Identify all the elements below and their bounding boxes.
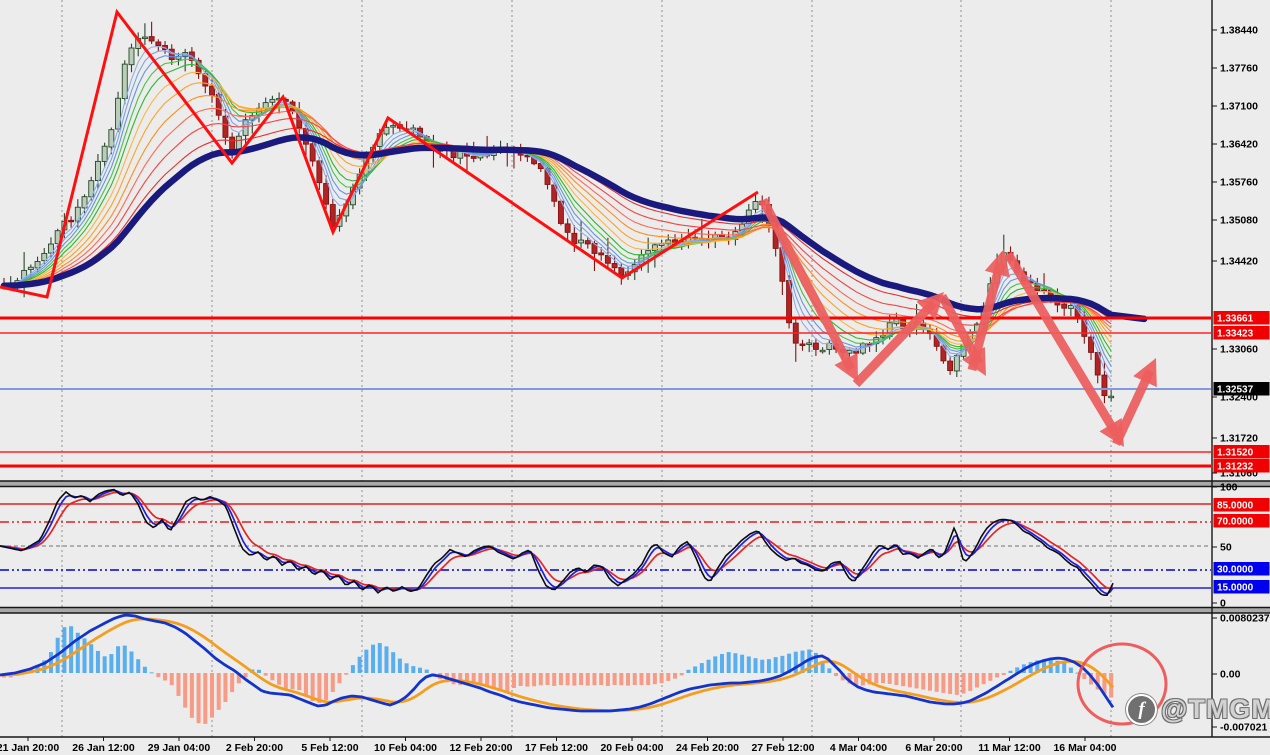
- x-axis-label: 5 Feb 12:00: [301, 742, 358, 754]
- y-axis-label: 0.00: [1220, 669, 1241, 681]
- y-axis-label: 50: [1220, 542, 1232, 554]
- x-axis-label: 29 Jan 04:00: [148, 742, 211, 754]
- price-tag: 70.0000: [1217, 517, 1254, 528]
- x-axis-label: 27 Feb 12:00: [751, 742, 814, 754]
- price-tag: 1.33661: [1217, 314, 1254, 325]
- y-axis-label: 1.31720: [1220, 433, 1258, 445]
- y-axis-label: 1.35760: [1220, 177, 1258, 189]
- price-tag: 85.0000: [1217, 501, 1254, 512]
- price-tag: 1.31232: [1217, 462, 1254, 473]
- x-axis-label: 26 Jan 12:00: [72, 742, 135, 754]
- price-tag: 15.0000: [1217, 583, 1254, 594]
- price-tag: 30.0000: [1217, 565, 1254, 576]
- price-tag: 1.31520: [1217, 448, 1254, 459]
- y-axis-label: -0.007021: [1220, 722, 1267, 734]
- chart-canvas[interactable]: 1.38440 1.37760 1.37100 1.36420 1.35760 1.350…: [0, 0, 1270, 755]
- y-axis-label: 1.34420: [1220, 256, 1258, 268]
- x-axis-label: 17 Feb 12:00: [525, 742, 588, 754]
- x-axis-label: 12 Feb 20:00: [449, 742, 512, 754]
- price-tag: 1.32537: [1217, 385, 1254, 396]
- price-tag: 1.33423: [1217, 329, 1254, 340]
- y-axis-label: 1.35080: [1220, 215, 1258, 227]
- trading-chart-window: 1.38440 1.37760 1.37100 1.36420 1.35760 1.350…: [0, 0, 1270, 755]
- y-axis-label: 100: [1220, 482, 1238, 494]
- x-axis-label: 10 Feb 04:00: [374, 742, 437, 754]
- y-axis-label: 1.37100: [1220, 101, 1258, 113]
- y-axis-label: 1.38440: [1220, 25, 1258, 37]
- y-axis-label: 1.36420: [1220, 139, 1258, 151]
- x-axis-label: 16 Mar 04:00: [1053, 742, 1116, 754]
- y-axis-label: 1.33060: [1220, 344, 1258, 356]
- y-axis-label: 0.0080237: [1220, 613, 1270, 625]
- x-axis-label: 2 Feb 20:00: [226, 742, 283, 754]
- x-axis-label: 11 Mar 12:00: [978, 742, 1041, 754]
- y-axis-label: 1.37760: [1220, 63, 1258, 75]
- x-axis-label: 24 Feb 20:00: [676, 742, 739, 754]
- y-axis-label: 0: [1220, 598, 1226, 610]
- x-axis-label: 21 Jan 20:00: [0, 742, 59, 754]
- x-axis-label: 6 Mar 20:00: [905, 742, 962, 754]
- x-axis-label: 20 Feb 04:00: [600, 742, 663, 754]
- x-axis-label: 4 Mar 04:00: [830, 742, 887, 754]
